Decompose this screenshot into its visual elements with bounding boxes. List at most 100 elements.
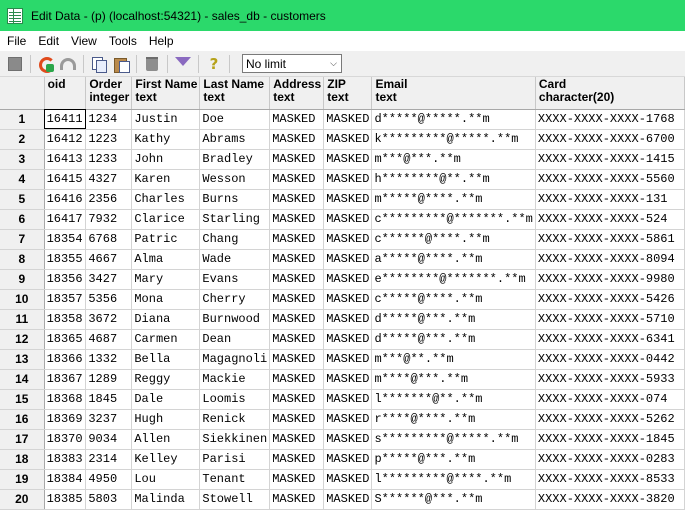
card-cell[interactable]: XXXX-XXXX-XXXX-8533 (535, 469, 685, 490)
order-cell[interactable]: 1234 (85, 109, 133, 130)
address-cell[interactable]: MASKED (269, 309, 325, 330)
address-cell[interactable]: MASKED (269, 349, 325, 370)
stop-button[interactable] (4, 53, 26, 75)
menu-file[interactable]: File (0, 31, 32, 51)
last-name-cell[interactable]: Doe (199, 109, 271, 130)
email-cell[interactable]: m***@**.**m (371, 349, 536, 370)
email-cell[interactable]: d*****@***.**m (371, 309, 536, 330)
first-name-cell[interactable]: Carmen (131, 329, 201, 350)
address-cell[interactable]: MASKED (269, 489, 325, 510)
row-number[interactable]: 2 (0, 129, 45, 150)
zip-cell[interactable]: MASKED (323, 149, 373, 170)
zip-cell[interactable]: MASKED (323, 169, 373, 190)
table-row[interactable]: 8 18355 4667 Alma Wade MASKED MASKED a*****@***… (0, 249, 685, 270)
zip-cell[interactable]: MASKED (323, 329, 373, 350)
address-cell[interactable]: MASKED (269, 149, 325, 170)
last-name-cell[interactable]: Loomis (199, 389, 271, 410)
table-row[interactable]: 13 18366 1332 Bella Magagnoli MASKED MASKED m**… (0, 349, 685, 370)
row-number[interactable]: 16 (0, 409, 45, 430)
table-row[interactable]: 14 18367 1289 Reggy Mackie MASKED MASKED m****@… (0, 369, 685, 390)
oid-cell[interactable]: 18385 (44, 489, 87, 510)
oid-cell[interactable]: 18365 (44, 329, 87, 350)
oid-cell[interactable]: 18369 (44, 409, 87, 430)
address-cell[interactable]: MASKED (269, 129, 325, 150)
order-cell[interactable]: 4667 (85, 249, 133, 270)
zip-cell[interactable]: MASKED (323, 129, 373, 150)
email-cell[interactable]: l*******@**.**m (371, 389, 536, 410)
email-cell[interactable]: m****@***.**m (371, 369, 536, 390)
zip-cell[interactable]: MASKED (323, 249, 373, 270)
zip-cell[interactable]: MASKED (323, 449, 373, 470)
email-cell[interactable]: l*********@****.**m (371, 469, 536, 490)
first-name-cell[interactable]: Patric (131, 229, 201, 250)
email-cell[interactable]: c*****@****.**m (371, 289, 536, 310)
order-cell[interactable]: 7932 (85, 209, 133, 230)
help-button[interactable]: ? (203, 53, 225, 75)
row-number[interactable]: 6 (0, 209, 45, 230)
zip-cell[interactable]: MASKED (323, 289, 373, 310)
first-name-cell[interactable]: Allen (131, 429, 201, 450)
first-name-cell[interactable]: Diana (131, 309, 201, 330)
last-name-cell[interactable]: Evans (199, 269, 271, 290)
card-cell[interactable]: XXXX-XXXX-XXXX-074 (535, 389, 685, 410)
address-cell[interactable]: MASKED (269, 289, 325, 310)
last-name-cell[interactable]: Parisi (199, 449, 271, 470)
first-name-cell[interactable]: John (131, 149, 201, 170)
first-name-cell[interactable]: Dale (131, 389, 201, 410)
last-name-cell[interactable]: Siekkinen (199, 429, 271, 450)
card-cell[interactable]: XXXX-XXXX-XXXX-9980 (535, 269, 685, 290)
first-name-cell[interactable]: Kelley (131, 449, 201, 470)
table-row[interactable]: 18 18383 2314 Kelley Parisi MASKED MASKED p****… (0, 449, 685, 470)
order-cell[interactable]: 1332 (85, 349, 133, 370)
last-name-cell[interactable]: Starling (199, 209, 271, 230)
table-row[interactable]: 5 16416 2356 Charles Burns MASKED MASKED m*****… (0, 189, 685, 210)
oid-cell[interactable]: 18367 (44, 369, 87, 390)
oid-cell[interactable]: 16413 (44, 149, 87, 170)
row-number[interactable]: 19 (0, 469, 45, 490)
address-cell[interactable]: MASKED (269, 369, 325, 390)
row-number[interactable]: 13 (0, 349, 45, 370)
order-cell[interactable]: 1289 (85, 369, 133, 390)
last-name-cell[interactable]: Bradley (199, 149, 271, 170)
zip-cell[interactable]: MASKED (323, 229, 373, 250)
address-cell[interactable]: MASKED (269, 449, 325, 470)
card-cell[interactable]: XXXX-XXXX-XXXX-3820 (535, 489, 685, 510)
first-name-cell[interactable]: Malinda (131, 489, 201, 510)
undo-button[interactable] (57, 53, 79, 75)
first-name-cell[interactable]: Karen (131, 169, 201, 190)
last-name-cell[interactable]: Magagnoli (199, 349, 271, 370)
last-name-cell[interactable]: Burnwood (199, 309, 271, 330)
card-cell[interactable]: XXXX-XXXX-XXXX-0283 (535, 449, 685, 470)
oid-cell[interactable]: 18358 (44, 309, 87, 330)
row-number[interactable]: 11 (0, 309, 45, 330)
table-row[interactable]: 12 18365 4687 Carmen Dean MASKED MASKED d*****@… (0, 329, 685, 350)
order-cell[interactable]: 1233 (85, 149, 133, 170)
order-cell[interactable]: 5803 (85, 489, 133, 510)
card-cell[interactable]: XXXX-XXXX-XXXX-1845 (535, 429, 685, 450)
row-number[interactable]: 7 (0, 229, 45, 250)
table-row[interactable]: 1 16411 1234 Justin Doe MASKED MASKED d*****@**… (0, 109, 685, 130)
row-number[interactable]: 3 (0, 149, 45, 170)
row-number[interactable]: 14 (0, 369, 45, 390)
filter-button[interactable] (172, 53, 194, 75)
email-cell[interactable]: a*****@****.**m (371, 249, 536, 270)
last-name-cell[interactable]: Chang (199, 229, 271, 250)
first-name-cell[interactable]: Clarice (131, 209, 201, 230)
order-cell[interactable]: 3427 (85, 269, 133, 290)
last-name-cell[interactable]: Mackie (199, 369, 271, 390)
oid-cell[interactable]: 18356 (44, 269, 87, 290)
address-cell[interactable]: MASKED (269, 389, 325, 410)
zip-cell[interactable]: MASKED (323, 349, 373, 370)
address-cell[interactable]: MASKED (269, 249, 325, 270)
oid-cell[interactable]: 18355 (44, 249, 87, 270)
card-cell[interactable]: XXXX-XXXX-XXXX-5560 (535, 169, 685, 190)
order-cell[interactable]: 2356 (85, 189, 133, 210)
row-number[interactable]: 20 (0, 489, 45, 510)
table-row[interactable]: 10 18357 5356 Mona Cherry MASKED MASKED c*****@… (0, 289, 685, 310)
row-number[interactable]: 18 (0, 449, 45, 470)
address-cell[interactable]: MASKED (269, 229, 325, 250)
table-row[interactable]: 11 18358 3672 Diana Burnwood MASKED MASKED d***… (0, 309, 685, 330)
oid-cell[interactable]: 16411 (44, 109, 87, 130)
oid-cell[interactable]: 16416 (44, 189, 87, 210)
email-cell[interactable]: d*****@*****.**m (371, 109, 536, 130)
